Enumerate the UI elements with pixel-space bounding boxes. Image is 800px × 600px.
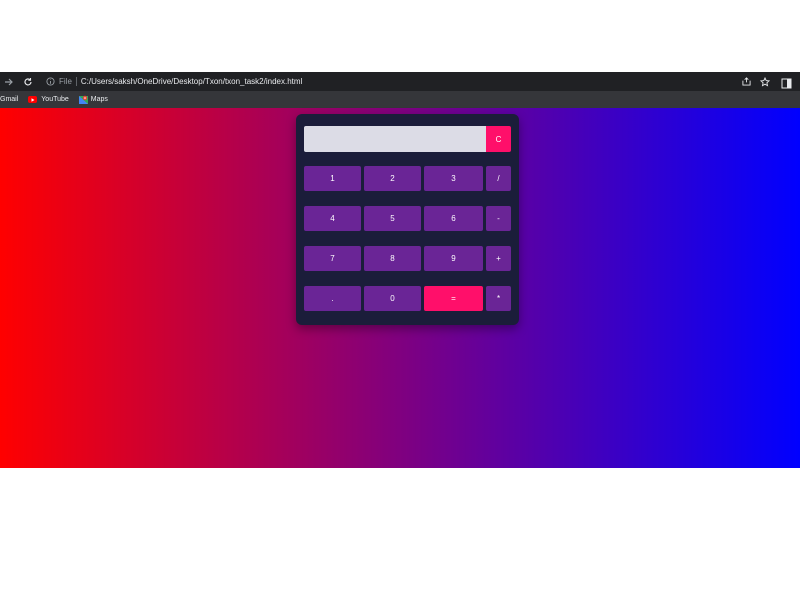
key-1-button[interactable]: 1 (304, 166, 361, 191)
address-separator (75, 77, 77, 86)
arrow-right-icon (5, 78, 13, 85)
forward-button[interactable] (1, 74, 17, 90)
file-label: File (59, 77, 72, 86)
key-6-button[interactable]: 6 (424, 206, 483, 231)
key-7-button[interactable]: 7 (304, 246, 361, 271)
bookmark-label: Maps (90, 96, 108, 103)
bookmark-youtube[interactable]: YouTube (28, 96, 69, 103)
decimal-button[interactable]: . (304, 286, 361, 311)
bookmark-star-icon[interactable] (760, 76, 770, 87)
key-5-button[interactable]: 5 (364, 206, 421, 231)
reload-button[interactable] (20, 74, 36, 90)
side-panel-icon[interactable] (781, 76, 792, 89)
divide-button[interactable]: / (486, 166, 511, 191)
page-background: C 1 2 3 / 4 5 6 - 7 8 9 + . 0 = * (0, 108, 800, 468)
bookmarks-bar: Gmail YouTube Maps (0, 91, 800, 108)
url-text[interactable]: C:/Users/saksh/OneDrive/Desktop/Txon/txo… (81, 77, 302, 86)
bookmark-label: YouTube (41, 96, 69, 103)
youtube-icon (28, 96, 38, 103)
calculator-display[interactable] (304, 126, 486, 152)
key-3-button[interactable]: 3 (424, 166, 483, 191)
share-icon[interactable] (741, 77, 751, 87)
multiply-button[interactable]: * (486, 286, 511, 311)
bookmark-maps[interactable]: Maps (78, 95, 108, 104)
key-8-button[interactable]: 8 (364, 246, 421, 271)
clear-button[interactable]: C (486, 126, 511, 152)
top-blank-area (0, 0, 800, 72)
key-0-button[interactable]: 0 (364, 286, 421, 311)
info-icon[interactable] (45, 77, 55, 87)
address-bar[interactable]: File C:/Users/saksh/OneDrive/Desktop/Txo… (40, 74, 772, 89)
bookmark-gmail[interactable]: Gmail (0, 96, 18, 103)
maps-icon (78, 95, 88, 104)
plus-button[interactable]: + (486, 246, 511, 271)
equals-button[interactable]: = (424, 286, 483, 311)
key-4-button[interactable]: 4 (304, 206, 361, 231)
browser-toolbar: File C:/Users/saksh/OneDrive/Desktop/Txo… (0, 72, 800, 91)
bookmark-label: Gmail (0, 96, 19, 103)
key-9-button[interactable]: 9 (424, 246, 483, 271)
calculator: C 1 2 3 / 4 5 6 - 7 8 9 + . 0 = * (296, 114, 519, 325)
key-2-button[interactable]: 2 (364, 166, 421, 191)
reload-icon (24, 77, 32, 85)
minus-button[interactable]: - (486, 206, 511, 231)
